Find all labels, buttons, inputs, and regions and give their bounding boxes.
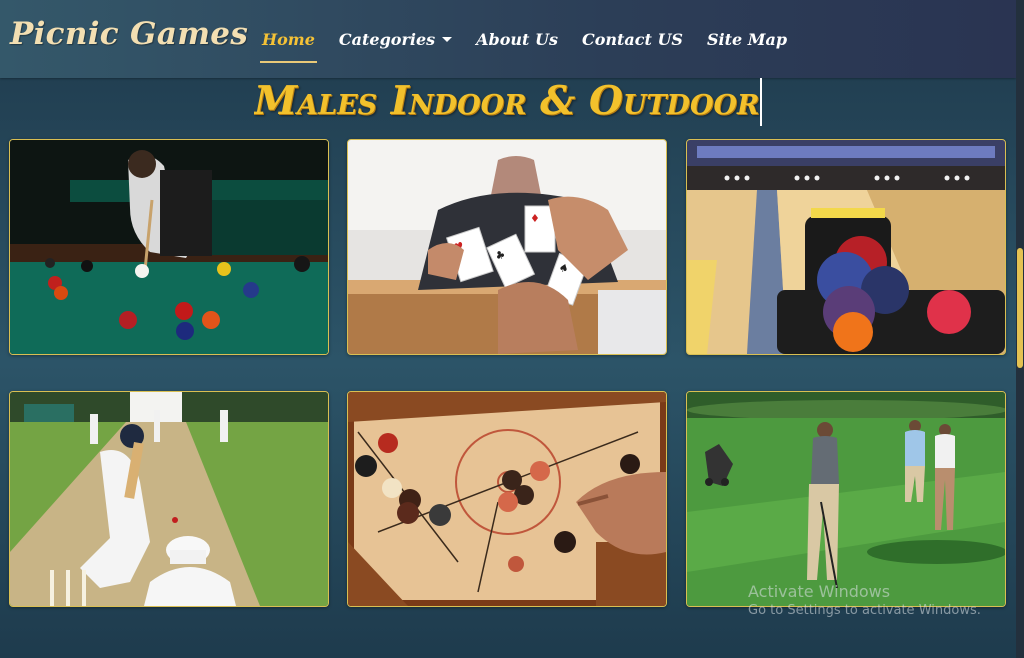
billiards-image (10, 140, 328, 354)
golf-image (687, 392, 1005, 606)
main-nav: Home Categories About Us Contact US Site… (260, 0, 811, 78)
nav-contact[interactable]: Contact US (582, 30, 683, 49)
watermark-subtitle: Go to Settings to activate Windows. (748, 603, 981, 618)
card-carrom[interactable] (347, 391, 667, 607)
nav-about[interactable]: About Us (476, 30, 558, 49)
svg-text:♦: ♦ (530, 212, 540, 225)
carrom-image (348, 392, 666, 606)
playing-cards-image: ♥ ♦ ♣ ♠ (348, 140, 666, 354)
page-heading: Males Indoor & Outdoor (254, 78, 762, 126)
bowling-image (687, 140, 1005, 354)
navbar: Picnic Games Home Categories About Us Co… (0, 0, 1016, 78)
caret-down-icon (442, 36, 453, 42)
scrollbar-track[interactable] (1016, 0, 1024, 658)
card-playing-cards[interactable]: ♥ ♦ ♣ ♠ (347, 139, 667, 355)
nav-sitemap[interactable]: Site Map (707, 30, 787, 49)
watermark-title: Activate Windows (748, 582, 891, 601)
activate-windows-watermark: Activate Windows Go to Settings to activ… (748, 582, 981, 618)
nav-categories-label: Categories (338, 29, 436, 49)
card-bowling[interactable] (686, 139, 1006, 355)
nav-home[interactable]: Home (260, 30, 317, 63)
nav-categories[interactable]: Categories (338, 29, 453, 49)
brand-logo[interactable]: Picnic Games (10, 16, 248, 52)
cricket-image (10, 392, 328, 606)
scrollbar-thumb[interactable] (1017, 248, 1023, 368)
card-billiards[interactable] (9, 139, 329, 355)
card-golf[interactable] (686, 391, 1006, 607)
card-cricket[interactable] (9, 391, 329, 607)
